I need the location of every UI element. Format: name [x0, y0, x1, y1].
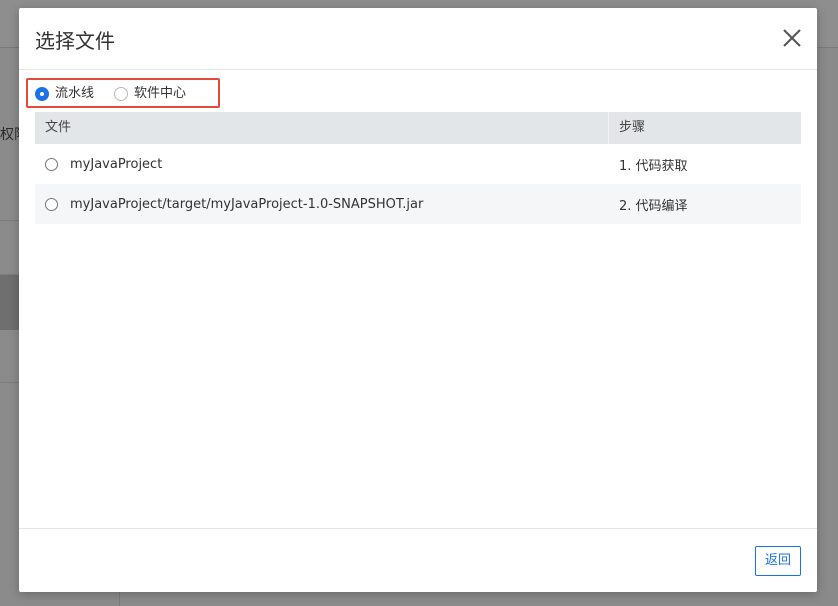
table-row[interactable]: myJavaProject 1. 代码获取 [35, 144, 801, 184]
source-option-label: 流水线 [55, 86, 95, 101]
source-option-software-center[interactable]: 软件中心 [114, 85, 186, 103]
close-icon [783, 29, 801, 47]
table-row[interactable]: myJavaProject/target/myJavaProject-1.0-S… [35, 184, 801, 224]
dialog-header: 选择文件 [19, 8, 817, 70]
source-option-pipeline[interactable]: 流水线 [35, 85, 94, 103]
select-file-dialog: 选择文件 流水线 软件中心 文件 步骤 myJavaProject 1. 代码获… [19, 8, 817, 592]
file-cell: myJavaProject [35, 157, 609, 172]
dialog-footer: 返回 [19, 528, 817, 592]
step-cell: 1. 代码获取 [619, 158, 688, 174]
radio-unchecked-icon[interactable] [114, 87, 128, 101]
back-button[interactable]: 返回 [755, 546, 801, 576]
file-table: 文件 步骤 myJavaProject 1. 代码获取 myJavaProjec… [35, 112, 801, 224]
source-option-label: 软件中心 [134, 86, 187, 101]
file-cell: myJavaProject/target/myJavaProject-1.0-S… [35, 197, 609, 212]
row-radio-button[interactable] [45, 197, 58, 211]
source-radio-group: 流水线 软件中心 [26, 78, 220, 108]
radio-checked-icon[interactable] [35, 87, 49, 101]
table-header: 文件 步骤 [35, 112, 801, 144]
dialog-title: 选择文件 [35, 29, 115, 53]
step-cell: 2. 代码编译 [619, 198, 688, 214]
row-radio-button[interactable] [45, 157, 58, 171]
close-button[interactable] [781, 27, 803, 49]
column-header-step: 步骤 [619, 120, 646, 135]
file-name: myJavaProject/target/myJavaProject-1.0-S… [70, 196, 424, 212]
file-name: myJavaProject [70, 156, 163, 172]
column-header-file: 文件 [35, 112, 609, 144]
